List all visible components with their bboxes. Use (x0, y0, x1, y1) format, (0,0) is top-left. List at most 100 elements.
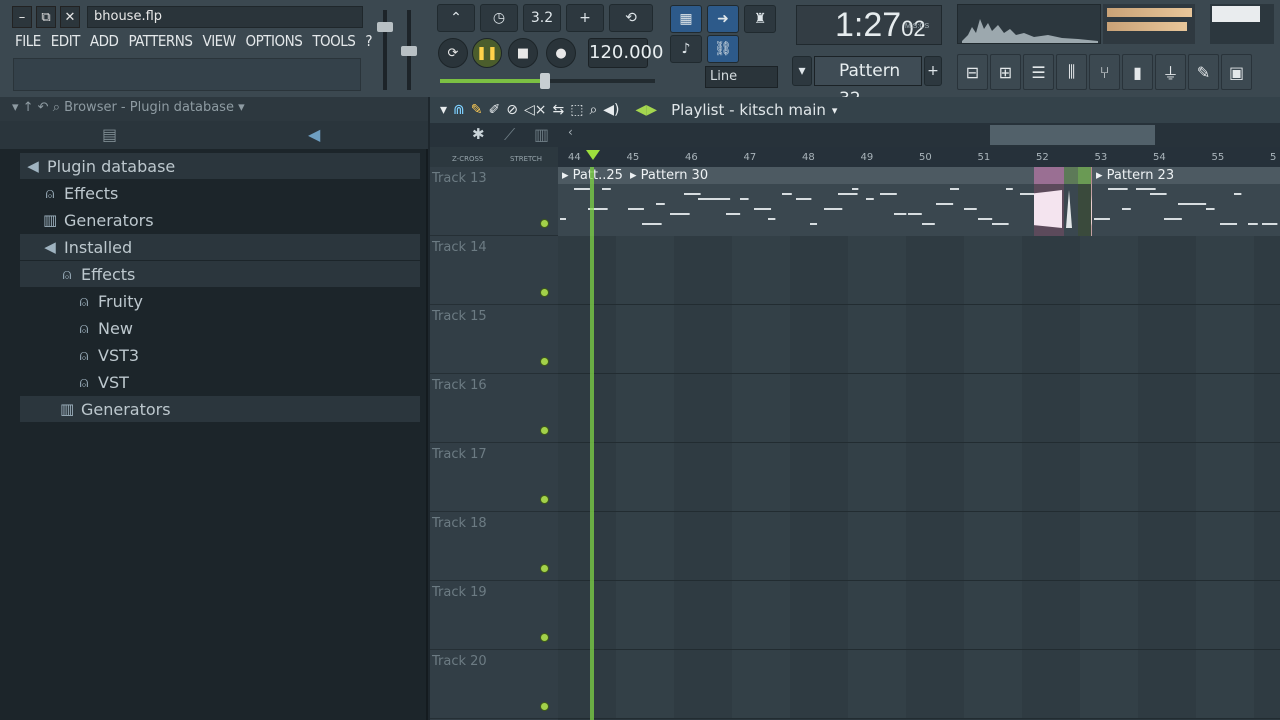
tree-item-vst3[interactable]: ⍝ VST3 (20, 342, 420, 368)
track-header[interactable]: Track 20 (430, 650, 558, 719)
mixer-icon[interactable]: ⊞ (990, 54, 1021, 90)
master-pitch-slider[interactable] (401, 10, 417, 90)
piano-icon[interactable]: ▥ (534, 125, 549, 144)
track-name: Track 17 (432, 447, 487, 462)
tree-item-effects[interactable]: ⍝ Effects (20, 180, 420, 206)
stamp-icon[interactable]: ♪ (670, 35, 702, 63)
brush-icon[interactable]: ✐ (489, 102, 501, 118)
close-button[interactable]: ✕ (60, 6, 80, 28)
track-mute-led[interactable] (540, 426, 549, 435)
menu-view[interactable]: VIEW (197, 32, 240, 54)
tree-item-new[interactable]: ⍝ New (20, 315, 420, 341)
track-header[interactable]: Track 16 (430, 374, 558, 443)
tempo-display[interactable]: 120.000 (588, 38, 663, 68)
nav-arrows-icon[interactable]: ▾ ↑ ↶ ⌕ (12, 100, 64, 115)
track-lane[interactable] (558, 512, 1280, 581)
pattern-song-toggle[interactable]: ⟳ (438, 38, 468, 68)
files-tab-icon[interactable]: ▤ (102, 125, 117, 144)
tree-item-generators[interactable]: ▥ Generators (20, 207, 420, 233)
slide-icon[interactable]: ⟋ (504, 125, 515, 145)
menu-help[interactable]: ? (360, 32, 377, 54)
menu-add[interactable]: ADD (85, 32, 124, 54)
plug-icon[interactable]: ⏚ (1155, 54, 1186, 90)
track-mute-led[interactable] (540, 219, 549, 228)
plugins-tab-icon[interactable]: ◀ (308, 125, 320, 144)
song-position-slider[interactable] (440, 73, 655, 89)
menu-patterns[interactable]: PATTERNS (123, 32, 197, 54)
track-header[interactable]: Track 13 (430, 167, 558, 236)
pattern-selector[interactable]: Pattern 32 (814, 56, 922, 109)
track-lane[interactable] (558, 443, 1280, 512)
pause-button[interactable]: ❚❚ (472, 38, 502, 68)
track-lane[interactable] (558, 305, 1280, 374)
track-lane[interactable] (558, 374, 1280, 443)
track-header[interactable]: Track 14 (430, 236, 558, 305)
track-mute-led[interactable] (540, 702, 549, 711)
playlist-clip[interactable]: ▸ Pattern 23 (1092, 167, 1280, 236)
tree-item-vst[interactable]: ⍝ VST (20, 369, 420, 395)
link-icon[interactable]: ⛓ (707, 35, 739, 63)
loop-record-button[interactable]: ⟲ (609, 4, 653, 32)
wait-input-button[interactable]: ◷ (480, 4, 518, 32)
mute-icon[interactable]: ◁× (524, 102, 547, 118)
step-edit-button[interactable]: + (566, 4, 604, 32)
menu-arrow-icon[interactable]: ▾ (440, 102, 447, 118)
channel-rack-icon[interactable]: ☰ (1023, 54, 1054, 90)
track-header[interactable]: Track 15 (430, 305, 558, 374)
record-button[interactable]: ● (546, 38, 576, 68)
restore-button[interactable]: ⧉ (36, 6, 56, 28)
playlist-clip[interactable]: ▸ Pattern 30 (626, 167, 1034, 236)
tree-item-effects[interactable]: ⍝ Effects (20, 261, 420, 287)
track-lane[interactable] (558, 581, 1280, 650)
track-mute-led[interactable] (540, 564, 549, 573)
pattern-prev-button[interactable]: ▾ (792, 56, 812, 86)
select-icon[interactable]: ⬚ (570, 102, 583, 118)
delete-icon[interactable]: ⊘ (506, 102, 518, 118)
track-lane[interactable] (558, 650, 1280, 719)
track-mute-led[interactable] (540, 357, 549, 366)
snap-select[interactable]: Line (705, 66, 778, 88)
track-mute-led[interactable] (540, 288, 549, 297)
slip-icon[interactable]: ⇆ (552, 102, 564, 118)
magnet-icon[interactable]: ⋒ (453, 102, 465, 118)
arrangement-grid[interactable]: ▸ kitsch voc▸ Pattern 27▸ KSHMR..h_09▸ S… (558, 167, 1280, 720)
track-mute-led[interactable] (540, 495, 549, 504)
waveform-icon[interactable]: ✱ (472, 125, 485, 143)
scroll-left-arrow-icon[interactable]: ‹ (568, 125, 584, 145)
stop-button[interactable]: ■ (508, 38, 538, 68)
master-volume-slider[interactable] (377, 10, 393, 90)
countdown-button[interactable]: 3.2 (523, 4, 561, 32)
playlist-title[interactable]: Playlist - kitsch main (671, 101, 826, 119)
menu-edit[interactable]: EDIT (46, 32, 85, 54)
horizontal-scrollbar[interactable] (990, 125, 1155, 145)
speaker-icon[interactable]: ◀) (603, 102, 619, 118)
typing-keyboard-icon[interactable]: ▦ (670, 5, 702, 33)
maximize-icon[interactable]: ▣ (1221, 54, 1252, 90)
track-header[interactable]: Track 18 (430, 512, 558, 581)
eq-icon[interactable]: ⫼ (1056, 54, 1087, 90)
piano-roll-icon[interactable]: ⊟ (957, 54, 988, 90)
add-pattern-button[interactable]: + (924, 56, 942, 86)
tree-item-fruity[interactable]: ⍝ Fruity (20, 288, 420, 314)
track-header[interactable]: Track 17 (430, 443, 558, 512)
zoom-icon[interactable]: ⌕ (589, 102, 597, 118)
file-icon[interactable]: ▮ (1122, 54, 1153, 90)
track-header[interactable]: Track 19 (430, 581, 558, 650)
link-icon[interactable]: ⑂ (1089, 54, 1120, 90)
playhead-marker[interactable] (586, 150, 600, 160)
metronome-button[interactable]: ⌃ (437, 4, 475, 32)
track-mute-led[interactable] (540, 633, 549, 642)
arrow-icon[interactable]: ➜ (707, 5, 739, 33)
track-lane[interactable] (558, 236, 1280, 305)
menu-file[interactable]: FILE (10, 32, 46, 54)
pencil-icon[interactable]: ✎ (471, 102, 483, 118)
bell-icon[interactable]: ♜ (744, 5, 776, 33)
tree-item-generators[interactable]: ▥ Generators (20, 396, 420, 422)
tree-item-installed[interactable]: ◀ Installed (20, 234, 420, 260)
brush-icon[interactable]: ✎ (1188, 54, 1219, 90)
menu-options[interactable]: OPTIONS (241, 32, 308, 54)
tree-item-plugin-database[interactable]: ◀ Plugin database (20, 153, 420, 179)
minimize-button[interactable]: – (12, 6, 32, 28)
menu-tools[interactable]: TOOLS (307, 32, 360, 54)
timeline-ruler[interactable]: 44 45 46 47 48 49 50 51 52 53 54 55 5 (558, 147, 1280, 167)
